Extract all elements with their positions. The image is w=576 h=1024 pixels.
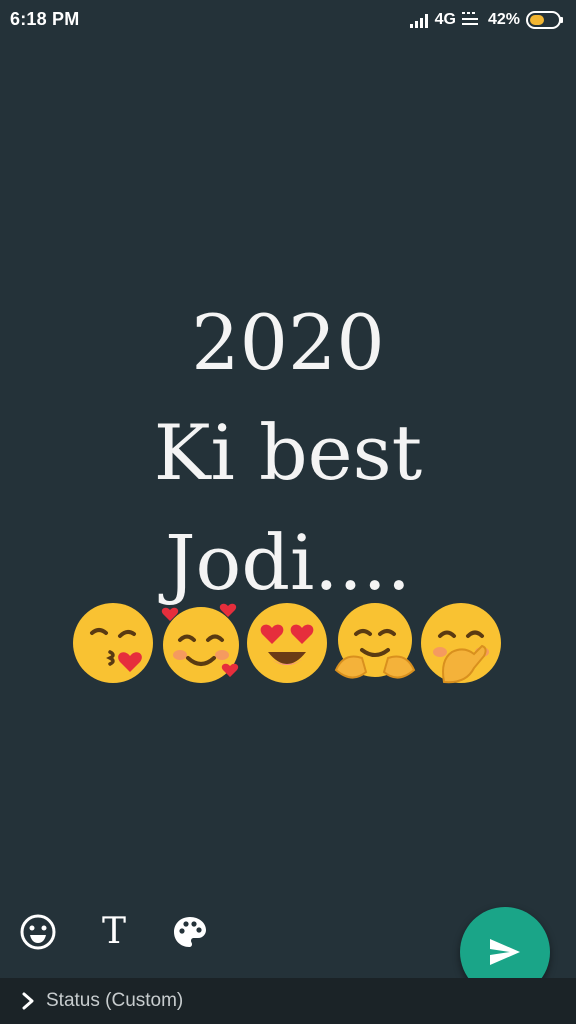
system-status-bar: 6:18 PM 4G 42%: [0, 0, 576, 40]
face-with-hand-over-mouth-icon: [421, 603, 501, 684]
status-line-2: Ki best: [153, 408, 423, 497]
send-icon: [490, 939, 520, 965]
network-type: 4G: [434, 11, 456, 28]
emoji-row: [70, 600, 510, 690]
status-indicators: 4G 42%: [409, 8, 564, 32]
smiling-face-with-hearts-icon: [161, 603, 239, 683]
status-time: 6:18 PM: [10, 9, 80, 29]
face-blowing-kiss-icon: [73, 603, 153, 683]
emoji-icon: [20, 914, 56, 950]
battery-icon: [526, 11, 563, 29]
battery-percent: 42%: [487, 11, 520, 28]
hugging-face-icon: [334, 603, 416, 679]
emoji-button[interactable]: [16, 910, 60, 954]
status-privacy-bar[interactable]: Status (Custom): [0, 978, 576, 1024]
heart-eyes-icon: [247, 603, 327, 683]
chevron-right-icon: [22, 992, 34, 1010]
color-button[interactable]: [168, 910, 212, 954]
status-line-1: 2020: [191, 298, 385, 387]
status-editor-screen: 6:18 PM 4G 42% 2020 Ki best Jodi.... T S…: [0, 0, 576, 1024]
volte-icon: [461, 12, 478, 25]
text-style-icon: T: [101, 911, 126, 952]
palette-icon: [174, 917, 206, 947]
status-message[interactable]: 2020 Ki best Jodi....: [0, 288, 576, 618]
signal-icon: [409, 14, 428, 28]
text-style-button[interactable]: T: [92, 910, 136, 954]
status-privacy-label: Status (Custom): [46, 990, 184, 1011]
